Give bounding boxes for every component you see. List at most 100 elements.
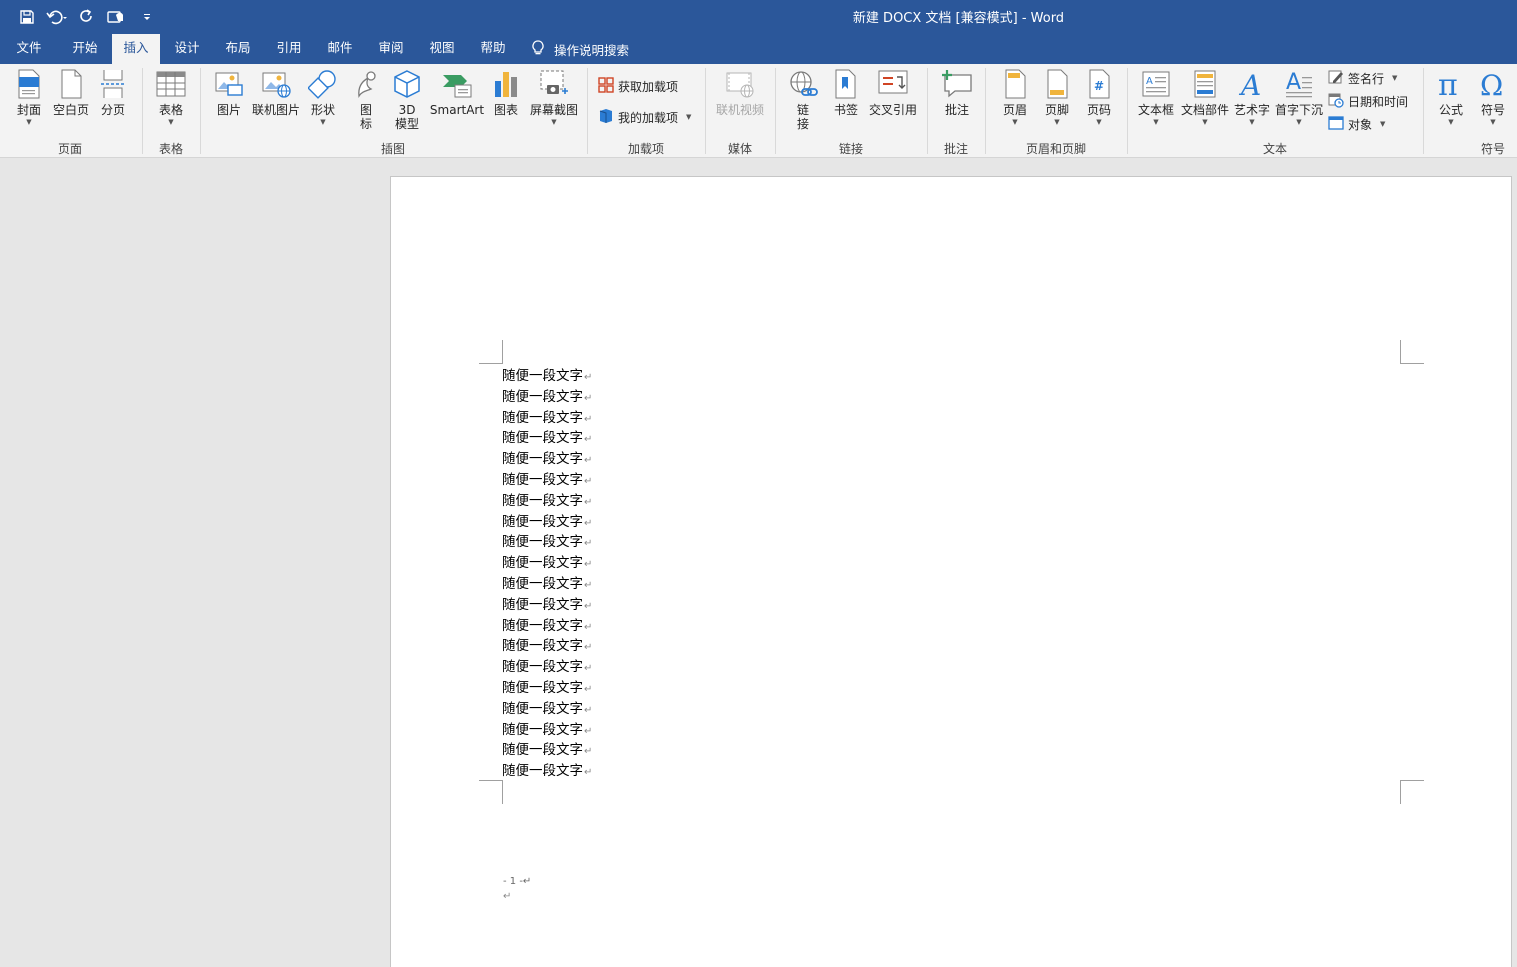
get-addins-label: 获取加载项 <box>618 79 679 94</box>
paragraph-line[interactable]: 随便一段文字↵ <box>502 740 592 761</box>
3d-models-label-line2: 模型 <box>394 117 419 131</box>
cross-reference-label: 交叉引用 <box>868 103 917 117</box>
tab-design[interactable]: 设计 <box>162 34 212 64</box>
paragraph-text: 随便一段文字 <box>502 596 583 613</box>
paragraph-line[interactable]: 随便一段文字↵ <box>502 616 592 637</box>
online-video-label: 联机视频 <box>715 103 764 117</box>
text-box-button[interactable]: A 文本框 ▼ <box>1136 68 1176 126</box>
footer-label: 页脚 <box>1044 103 1069 117</box>
crop-mark <box>479 340 503 364</box>
group-label-comments: 批注 <box>943 142 968 156</box>
page-number-button[interactable]: # 页码 ▼ <box>1082 68 1116 126</box>
table-icon <box>155 68 187 100</box>
page-number-footer: - 1 -↵ <box>503 876 532 887</box>
tab-layout[interactable]: 布局 <box>213 34 263 64</box>
tab-file[interactable]: 文件 <box>4 34 54 64</box>
tab-view[interactable]: 视图 <box>417 34 467 64</box>
paragraph-line[interactable]: 随便一段文字↵ <box>502 366 592 387</box>
chart-button[interactable]: 图表 <box>490 68 522 117</box>
tab-help[interactable]: 帮助 <box>468 34 518 64</box>
document-page[interactable]: 随便一段文字↵ 随便一段文字↵ 随便一段文字↵ 随便一段文字↵ 随便一段文字↵ 随便一段文… <box>390 176 1512 967</box>
paragraph-line[interactable]: 随便一段文字↵ <box>502 761 592 782</box>
window-title: 新建 DOCX 文档 [兼容模式] - Word <box>852 11 1065 26</box>
wordart-button[interactable]: A 艺术字 ▼ <box>1234 68 1270 126</box>
paragraph-line[interactable]: 随便一段文字↵ <box>502 408 592 429</box>
my-addins-button[interactable]: 我的加载项 ▼ <box>598 106 691 128</box>
dropdown-arrow-icon: ▼ <box>686 113 692 121</box>
symbol-label: 符号 <box>1480 103 1505 117</box>
document-body[interactable]: 随便一段文字↵ 随便一段文字↵ 随便一段文字↵ 随便一段文字↵ 随便一段文字↵ 随便一段文… <box>502 366 592 782</box>
online-pictures-button[interactable]: 联机图片 <box>250 68 302 117</box>
page-break-label: 分页 <box>100 103 125 117</box>
svg-text:#: # <box>1094 79 1104 93</box>
pictures-button[interactable]: 图片 <box>212 68 246 117</box>
paragraph-line[interactable]: 随便一段文字↵ <box>502 553 592 574</box>
tab-home[interactable]: 开始 <box>60 34 110 64</box>
equation-button[interactable]: π 公式 ▼ <box>1434 68 1468 126</box>
smartart-button[interactable]: SmartArt <box>430 68 484 117</box>
icons-button[interactable]: 图 标 <box>350 68 382 131</box>
quick-parts-button[interactable]: 文档部件 ▼ <box>1180 68 1230 126</box>
paragraph-line[interactable]: 随便一段文字↵ <box>502 512 592 533</box>
paragraph-line[interactable]: 随便一段文字↵ <box>502 678 592 699</box>
object-button[interactable]: 对象 ▼ <box>1328 113 1385 135</box>
paragraph-line[interactable]: 随便一段文字↵ <box>502 657 592 678</box>
3d-models-button[interactable]: 3D 模型 <box>390 68 424 131</box>
paragraph-line[interactable]: 随便一段文字↵ <box>502 699 592 720</box>
paragraph-line[interactable]: 随便一段文字↵ <box>502 491 592 512</box>
signature-line-button[interactable]: 签名行 ▼ <box>1328 67 1397 89</box>
tab-insert[interactable]: 插入 <box>112 34 160 64</box>
online-video-button[interactable]: 联机视频 <box>714 68 766 117</box>
pi-icon: π <box>1435 68 1467 100</box>
screenshot-button[interactable]: 屏幕截图 ▼ <box>528 68 580 126</box>
header-button[interactable]: 页眉 ▼ <box>998 68 1032 126</box>
icons-label-line2: 标 <box>359 117 372 131</box>
paragraph-line[interactable]: 随便一段文字↵ <box>502 449 592 470</box>
dropdown-arrow-icon: ▼ <box>1392 74 1398 82</box>
ribbon-tabs: 文件 开始 插入 设计 布局 引用 邮件 审阅 视图 帮助 操作说明搜索 <box>0 34 1517 64</box>
paragraph-line[interactable]: 随便一段文字↵ <box>502 595 592 616</box>
cross-reference-button[interactable]: 交叉引用 <box>866 68 920 117</box>
group-label-tables: 表格 <box>158 142 183 156</box>
paragraph-text: 随便一段文字 <box>502 451 583 468</box>
new-comment-button[interactable]: 批注 <box>940 68 974 117</box>
get-addins-button[interactable]: 获取加载项 <box>598 75 678 97</box>
tab-mailings[interactable]: 邮件 <box>315 34 365 64</box>
blank-page-button[interactable]: 空白页 <box>50 68 92 117</box>
paragraph-line[interactable]: 随便一段文字↵ <box>502 574 592 595</box>
tell-me-search[interactable]: 操作说明搜索 <box>532 34 629 64</box>
paragraph-line[interactable]: 随便一段文字↵ <box>502 720 592 741</box>
svg-text:A: A <box>1238 69 1261 99</box>
paragraph-text: 随便一段文字 <box>502 721 583 738</box>
table-button[interactable]: 表格 ▼ <box>152 68 190 126</box>
paragraph-line[interactable]: 随便一段文字↵ <box>502 428 592 449</box>
group-label-symbols: 符号 <box>1480 142 1505 156</box>
paragraph-text: 随便一段文字 <box>502 555 583 572</box>
link-button[interactable]: 链 接 <box>786 68 820 131</box>
symbol-button[interactable]: Ω 符号 ▼ <box>1476 68 1510 126</box>
paragraph-line[interactable]: 随便一段文字↵ <box>502 532 592 553</box>
paragraph-mark: ↵ <box>584 579 593 591</box>
tab-references[interactable]: 引用 <box>264 34 314 64</box>
bookmark-button[interactable]: 书签 <box>830 68 862 117</box>
page-break-icon <box>97 68 129 100</box>
cover-page-button[interactable]: 封面 ▼ <box>12 68 46 126</box>
table-label: 表格 <box>158 103 183 117</box>
dropdown-arrow-icon: ▼ <box>1490 118 1496 126</box>
dropdown-arrow-icon: ▼ <box>1012 118 1018 126</box>
paragraph-line[interactable]: 随便一段文字↵ <box>502 636 592 657</box>
group-label-addins: 加载项 <box>627 142 664 156</box>
paragraph-line[interactable]: 随便一段文字↵ <box>502 470 592 491</box>
shapes-button[interactable]: 形状 ▼ <box>306 68 340 126</box>
dropdown-arrow-icon: ▼ <box>1380 120 1386 128</box>
page-break-button[interactable]: 分页 <box>96 68 130 117</box>
paragraph-line[interactable]: 随便一段文字↵ <box>502 387 592 408</box>
date-time-button[interactable]: 日期和时间 <box>1328 90 1408 112</box>
paragraph-mark: ↵ <box>584 392 593 404</box>
footer-button[interactable]: 页脚 ▼ <box>1040 68 1074 126</box>
tab-review[interactable]: 审阅 <box>366 34 416 64</box>
group-label-text: 文本 <box>1262 142 1287 156</box>
paragraph-text: 随便一段文字 <box>502 617 583 634</box>
paragraph-mark: ↵ <box>584 372 593 383</box>
drop-cap-button[interactable]: A 首字下沉 ▼ <box>1274 68 1324 126</box>
